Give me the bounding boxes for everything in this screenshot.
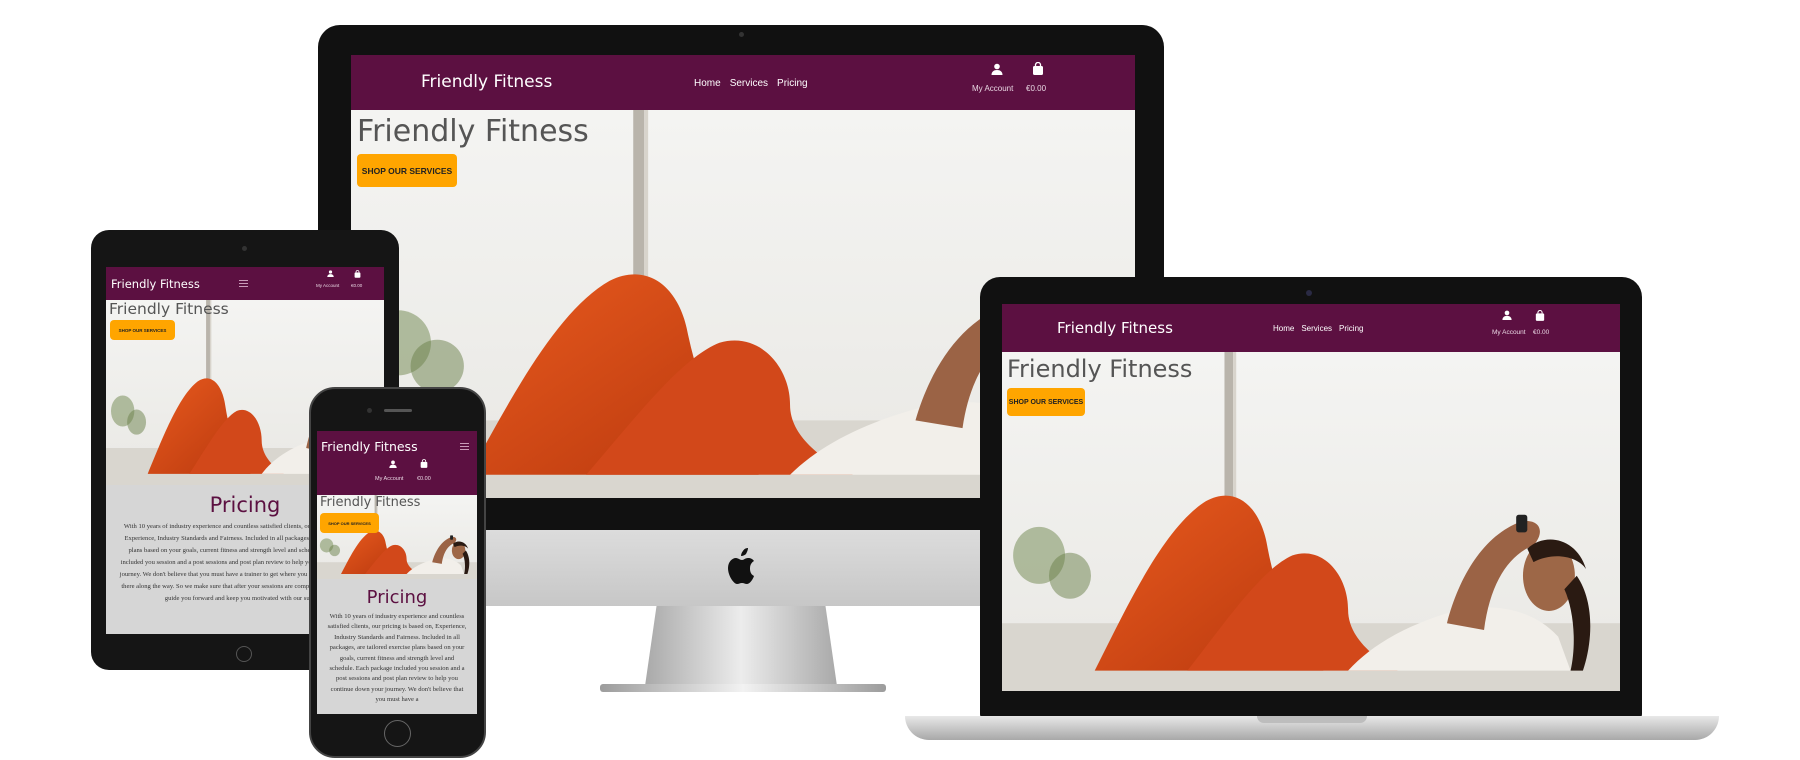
shopping-bag-icon[interactable] (1535, 310, 1545, 321)
brand-logo[interactable]: Friendly Fitness (321, 439, 418, 454)
tablet-home-button[interactable] (236, 646, 252, 662)
phone-screen: Friendly Fitness My Account €0.00 Friend… (317, 431, 477, 714)
cart-total[interactable]: €0.00 (1026, 84, 1046, 93)
hero-image (1002, 352, 1620, 691)
nav-link-home[interactable]: Home (1273, 324, 1294, 333)
brand-logo[interactable]: Friendly Fitness (111, 277, 200, 291)
shop-our-services-button[interactable]: SHOP OUR SERVICES (357, 154, 457, 187)
shop-our-services-button[interactable]: SHOP OUR SERVICES (320, 513, 379, 533)
laptop-camera (1306, 290, 1312, 296)
shopping-bag-icon[interactable] (420, 459, 428, 468)
shopping-bag-icon[interactable] (354, 270, 361, 278)
my-account-link[interactable]: My Account (972, 84, 1013, 93)
navbar: Friendly Fitness Home Services Pricing M… (1002, 304, 1620, 352)
cart-total[interactable]: €0.00 (351, 283, 362, 288)
nav-links: Home Services Pricing (1273, 324, 1363, 333)
laptop-base (905, 716, 1719, 740)
hero-section: Friendly Fitness SHOP OUR SERVICES (1002, 352, 1620, 691)
brand-logo[interactable]: Friendly Fitness (421, 72, 552, 92)
shop-our-services-button[interactable]: SHOP OUR SERVICES (110, 320, 175, 340)
imac-stand (645, 606, 837, 686)
hamburger-menu-icon[interactable] (239, 280, 248, 287)
nav-link-home[interactable]: Home (694, 78, 721, 89)
phone-home-button[interactable] (384, 720, 411, 747)
nav-link-services[interactable]: Services (1301, 324, 1332, 333)
hero-section: Friendly Fitness SHOP OUR SERVICES (317, 495, 477, 579)
imac-stand-foot (600, 684, 886, 692)
pricing-description: With 10 years of industry experience and… (327, 613, 467, 704)
user-icon[interactable] (327, 270, 334, 277)
pricing-heading: Pricing (366, 587, 428, 608)
hero-title: Friendly Fitness (1007, 355, 1193, 383)
hero-title: Friendly Fitness (109, 300, 229, 318)
nav-links: Home Services Pricing (694, 78, 808, 89)
imac-camera (739, 32, 744, 37)
navbar: Friendly Fitness Home Services Pricing M… (351, 55, 1135, 110)
hero-title: Friendly Fitness (320, 495, 421, 510)
nav-link-pricing[interactable]: Pricing (1339, 324, 1363, 333)
shop-our-services-button[interactable]: SHOP OUR SERVICES (1007, 388, 1085, 416)
user-icon[interactable] (1502, 310, 1512, 320)
apple-logo-icon (720, 545, 764, 594)
my-account-link[interactable]: My Account (1492, 329, 1526, 336)
phone-camera (367, 408, 372, 413)
cart-total[interactable]: €0.00 (1533, 329, 1549, 336)
nav-link-pricing[interactable]: Pricing (777, 78, 808, 89)
navbar: Friendly Fitness My Account €0.00 (106, 267, 384, 300)
brand-logo[interactable]: Friendly Fitness (1057, 319, 1173, 337)
laptop-screen: Friendly Fitness Home Services Pricing M… (1002, 304, 1620, 691)
cart-total[interactable]: €0.00 (417, 476, 431, 482)
user-icon[interactable] (389, 460, 397, 468)
pricing-section: Pricing With 10 years of industry experi… (317, 579, 477, 714)
my-account-link[interactable]: My Account (375, 476, 403, 482)
phone-speaker (384, 409, 412, 412)
laptop-hinge-notch (1257, 716, 1367, 723)
tablet-camera (242, 246, 247, 251)
hero-title: Friendly Fitness (357, 114, 589, 149)
my-account-link[interactable]: My Account (316, 283, 339, 288)
shopping-bag-icon[interactable] (1032, 62, 1044, 75)
navbar: Friendly Fitness My Account €0.00 (317, 431, 477, 495)
nav-link-services[interactable]: Services (730, 78, 768, 89)
user-icon[interactable] (991, 63, 1003, 75)
hamburger-menu-icon[interactable] (460, 443, 469, 450)
